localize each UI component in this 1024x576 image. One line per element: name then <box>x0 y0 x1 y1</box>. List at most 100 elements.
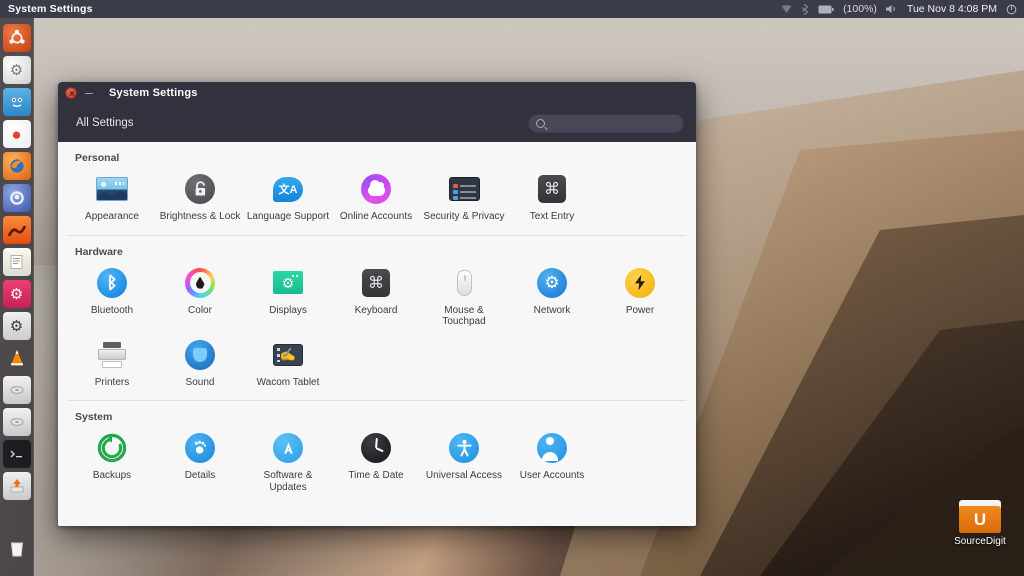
tile-online-accounts[interactable]: Online Accounts <box>332 168 420 229</box>
launcher-item-disk-1[interactable] <box>2 376 31 404</box>
tile-security-privacy[interactable]: Security & Privacy <box>420 168 508 229</box>
tile-color[interactable]: Color <box>156 262 244 334</box>
section-system: System Backups Details Software & Update… <box>68 400 686 499</box>
tile-label: Displays <box>269 304 307 316</box>
search-input[interactable] <box>550 117 685 129</box>
panel-indicators: (100%) Tue Nov 8 4:08 PM <box>781 3 1024 15</box>
launcher-item-text-editor[interactable] <box>2 248 31 276</box>
language-glyph: 文A <box>273 176 303 202</box>
section-title-hardware: Hardware <box>75 245 123 258</box>
tile-backups[interactable]: Backups <box>68 427 156 499</box>
tile-label: Power <box>625 304 655 316</box>
tile-label: Security & Privacy <box>423 211 505 222</box>
tile-bluetooth[interactable]: Bluetooth <box>68 262 156 334</box>
panel-clock[interactable]: Tue Nov 8 4:08 PM <box>907 3 997 15</box>
wifi-icon[interactable] <box>781 4 792 14</box>
tile-printers[interactable]: Printers <box>68 334 156 395</box>
launcher-item-trash[interactable] <box>3 534 31 562</box>
tile-label: Appearance <box>85 211 139 222</box>
time-date-icon <box>359 431 393 465</box>
launcher-item-browser[interactable] <box>2 184 31 212</box>
launcher-item-ubuntu-dash[interactable] <box>2 24 31 52</box>
appearance-icon <box>95 172 129 206</box>
tile-label: Color <box>188 304 212 316</box>
panel-app-title[interactable]: System Settings <box>8 3 93 15</box>
tile-network[interactable]: ⚙ Network <box>508 262 596 334</box>
search-box[interactable] <box>528 113 685 133</box>
battery-icon[interactable] <box>818 5 834 14</box>
gear-icon: ⚙ <box>9 285 24 303</box>
section-hardware: Hardware Bluetooth Color ⚙ Displays ⌘ Ke… <box>68 234 686 395</box>
launcher-item-vlc[interactable] <box>3 344 31 372</box>
tile-label: User Accounts <box>519 470 585 481</box>
power-menu-icon[interactable] <box>1006 4 1017 15</box>
mouse-touchpad-icon <box>447 266 481 300</box>
volume-icon[interactable] <box>885 4 898 14</box>
launcher-item-firefox[interactable] <box>2 152 31 180</box>
all-settings-button[interactable]: All Settings <box>66 113 144 133</box>
launcher-item-software-updater[interactable] <box>2 472 31 500</box>
launcher-item-media-player[interactable]: ● <box>2 120 31 148</box>
tile-grid-hardware: Bluetooth Color ⚙ Displays ⌘ Keyboard Mo… <box>68 262 686 395</box>
online-accounts-icon <box>359 172 393 206</box>
settings-content: Personal Appearance Brightness & Lock 文A… <box>58 142 696 526</box>
power-icon <box>623 266 657 300</box>
tile-label: Software & Updates <box>263 470 313 493</box>
unity-launcher: ⚙ ● ⚙ ⚙ <box>0 18 34 576</box>
window-titlebar[interactable]: System Settings <box>58 82 696 104</box>
gear-icon: ⚙ <box>9 317 24 335</box>
tile-label: Backups <box>92 470 132 481</box>
tile-details[interactable]: Details <box>156 427 244 499</box>
backups-icon <box>95 431 129 465</box>
security-privacy-icon <box>447 172 481 206</box>
tile-label: Wacom Tablet <box>256 376 320 388</box>
tile-power[interactable]: Power <box>596 262 684 334</box>
launcher-item-gimp[interactable] <box>2 216 31 244</box>
launcher-item-disk-2[interactable] <box>2 408 31 436</box>
launcher-item-tweak-tool[interactable]: ⚙ <box>2 312 31 340</box>
network-icon: ⚙ <box>535 266 569 300</box>
brightness-lock-icon <box>183 172 217 206</box>
keyboard-icon: ⌘ <box>359 266 393 300</box>
text-entry-icon: ⌘ <box>535 172 569 206</box>
close-button[interactable] <box>65 87 77 99</box>
tile-software-updates[interactable]: Software & Updates <box>244 427 332 499</box>
window-toolbar: All Settings <box>58 104 696 142</box>
tile-appearance[interactable]: Appearance <box>68 168 156 229</box>
tile-keyboard[interactable]: ⌘ Keyboard <box>332 262 420 334</box>
minimize-button[interactable] <box>83 87 95 99</box>
launcher-item-system-settings[interactable]: ⚙ <box>2 56 31 84</box>
tile-displays[interactable]: ⚙ Displays <box>244 262 332 334</box>
tile-mouse-touchpad[interactable]: Mouse & Touchpad <box>420 262 508 334</box>
tile-wacom-tablet[interactable]: ✍ Wacom Tablet <box>244 334 332 395</box>
tile-label: Sound <box>185 376 215 388</box>
system-settings-window: System Settings All Settings Personal Ap… <box>58 82 696 526</box>
tile-user-accounts[interactable]: User Accounts <box>508 427 596 499</box>
launcher-item-settings-pink[interactable]: ⚙ <box>2 280 31 308</box>
tile-time-date[interactable]: Time & Date <box>332 427 420 499</box>
details-icon <box>183 431 217 465</box>
tile-label: Language Support <box>246 211 330 222</box>
tile-label: Time & Date <box>348 470 404 481</box>
tile-language-support[interactable]: 文A Language Support <box>244 168 332 229</box>
bluetooth-indicator-icon[interactable] <box>801 3 809 15</box>
tile-brightness-lock[interactable]: Brightness & Lock <box>156 168 244 229</box>
window-title: System Settings <box>109 87 198 99</box>
folder-glyph: U <box>959 506 1001 533</box>
top-panel: System Settings (100%) Tue Nov 8 4:08 PM <box>0 0 1024 18</box>
sound-icon <box>183 338 217 372</box>
tile-label: Online Accounts <box>339 211 413 222</box>
tile-label: Details <box>184 470 216 481</box>
tile-label: Bluetooth <box>90 304 134 316</box>
tile-label: Keyboard <box>354 304 398 316</box>
wacom-tablet-icon: ✍ <box>271 338 305 372</box>
tile-sound[interactable]: Sound <box>156 334 244 395</box>
tile-text-entry[interactable]: ⌘ Text Entry <box>508 168 596 229</box>
launcher-item-terminal[interactable] <box>2 440 31 468</box>
record-icon: ● <box>11 124 22 144</box>
desktop-folder-label: SourceDigit <box>954 536 1006 547</box>
bluetooth-icon <box>95 266 129 300</box>
tile-universal-access[interactable]: Universal Access <box>420 427 508 499</box>
launcher-item-files[interactable] <box>2 88 31 116</box>
desktop-folder-sourcedigit[interactable]: U SourceDigit <box>944 500 1016 547</box>
